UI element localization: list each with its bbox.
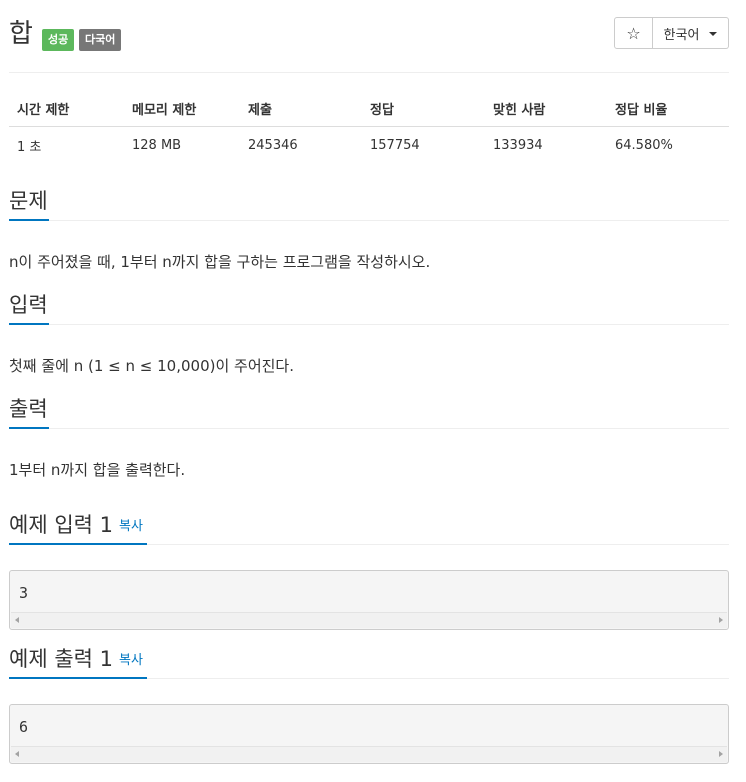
section-heading-sample-output: 예제 출력 1 복사 <box>9 644 729 679</box>
problem-description-section: 문제 n이 주어졌을 때, 1부터 n까지 합을 구하는 프로그램을 작성하시오… <box>9 186 729 272</box>
input-text: 첫째 줄에 n (1 ≤ n ≤ 10,000)이 주어진다. <box>9 357 294 375</box>
language-dropdown[interactable]: 한국어 <box>653 17 729 49</box>
cell-solvers: 133934 <box>493 138 543 153</box>
section-heading-output: 출력 <box>9 394 729 429</box>
heading-underline <box>9 219 49 221</box>
status-badge-multilang[interactable]: 다국어 <box>79 29 122 51</box>
heading-underline <box>9 323 49 325</box>
caret-down-icon <box>709 32 718 36</box>
problem-info-table: 시간 제한 메모리 제한 제출 정답 맞힌 사람 정답 비율 1 초 128 M… <box>9 90 729 164</box>
sample-output-value: 6 <box>19 718 29 736</box>
problem-header: 합 성공 다국어 ☆ 한국어 <box>9 0 729 73</box>
problem-page: 합 성공 다국어 ☆ 한국어 시간 제한 메모리 제한 제출 정답 맞힌 사람 … <box>9 0 729 764</box>
table-row: 1 초 128 MB 245346 157754 133934 64.580% <box>9 127 729 165</box>
header-button-group: ☆ 한국어 <box>614 17 729 49</box>
sample-output-section: 예제 출력 1 복사 <box>9 644 729 679</box>
problem-text: n이 주어졌을 때, 1부터 n까지 합을 구하는 프로그램을 작성하시오. <box>9 253 431 271</box>
section-heading-input: 입력 <box>9 290 729 325</box>
section-title: 예제 입력 1 <box>9 513 113 537</box>
heading-underline <box>9 543 147 545</box>
star-icon: ☆ <box>626 23 641 43</box>
horizontal-scrollbar[interactable] <box>11 746 727 762</box>
section-title: 예제 출력 1 <box>9 647 113 671</box>
cell-accept-ratio: 64.580% <box>615 138 673 153</box>
column-header-submissions: 제출 <box>240 90 362 127</box>
section-title: 출력 <box>9 397 48 421</box>
horizontal-scrollbar[interactable] <box>11 612 727 628</box>
table-header-row: 시간 제한 메모리 제한 제출 정답 맞힌 사람 정답 비율 <box>9 90 729 127</box>
sample-input-box[interactable]: 3 <box>9 570 729 630</box>
cell-accepted: 157754 <box>370 138 420 153</box>
section-heading-sample-input: 예제 입력 1 복사 <box>9 510 729 545</box>
sample-output-box[interactable]: 6 <box>9 704 729 764</box>
cell-time-limit: 1 초 <box>17 140 42 155</box>
column-header-memory-limit: 메모리 제한 <box>124 90 240 127</box>
heading-underline <box>9 677 147 679</box>
scroll-left-icon[interactable] <box>15 617 19 623</box>
section-title: 문제 <box>9 189 48 213</box>
scroll-left-icon[interactable] <box>15 751 19 757</box>
sample-input-value: 3 <box>19 584 29 602</box>
scroll-right-icon[interactable] <box>719 751 723 757</box>
output-text: 1부터 n까지 합을 출력한다. <box>9 461 186 479</box>
column-header-time-limit: 시간 제한 <box>9 90 124 127</box>
copy-sample-input-link[interactable]: 복사 <box>119 519 143 534</box>
column-header-accept-ratio: 정답 비율 <box>607 90 729 127</box>
output-section: 출력 1부터 n까지 합을 출력한다. <box>9 394 729 480</box>
section-title: 입력 <box>9 293 48 317</box>
scroll-right-icon[interactable] <box>719 617 723 623</box>
language-label: 한국어 <box>663 27 700 43</box>
cell-submissions: 245346 <box>248 138 298 153</box>
column-header-solvers: 맞힌 사람 <box>485 90 607 127</box>
input-section: 입력 첫째 줄에 n (1 ≤ n ≤ 10,000)이 주어진다. <box>9 290 729 376</box>
sample-input-section: 예제 입력 1 복사 <box>9 510 729 545</box>
status-badge-success: 성공 <box>42 29 75 51</box>
cell-memory-limit: 128 MB <box>132 138 182 153</box>
column-header-accepted: 정답 <box>362 90 485 127</box>
heading-underline <box>9 427 49 429</box>
section-heading-problem: 문제 <box>9 186 729 221</box>
page-title: 합 <box>9 19 33 49</box>
favorite-button[interactable]: ☆ <box>614 17 653 49</box>
copy-sample-output-link[interactable]: 복사 <box>119 653 143 668</box>
